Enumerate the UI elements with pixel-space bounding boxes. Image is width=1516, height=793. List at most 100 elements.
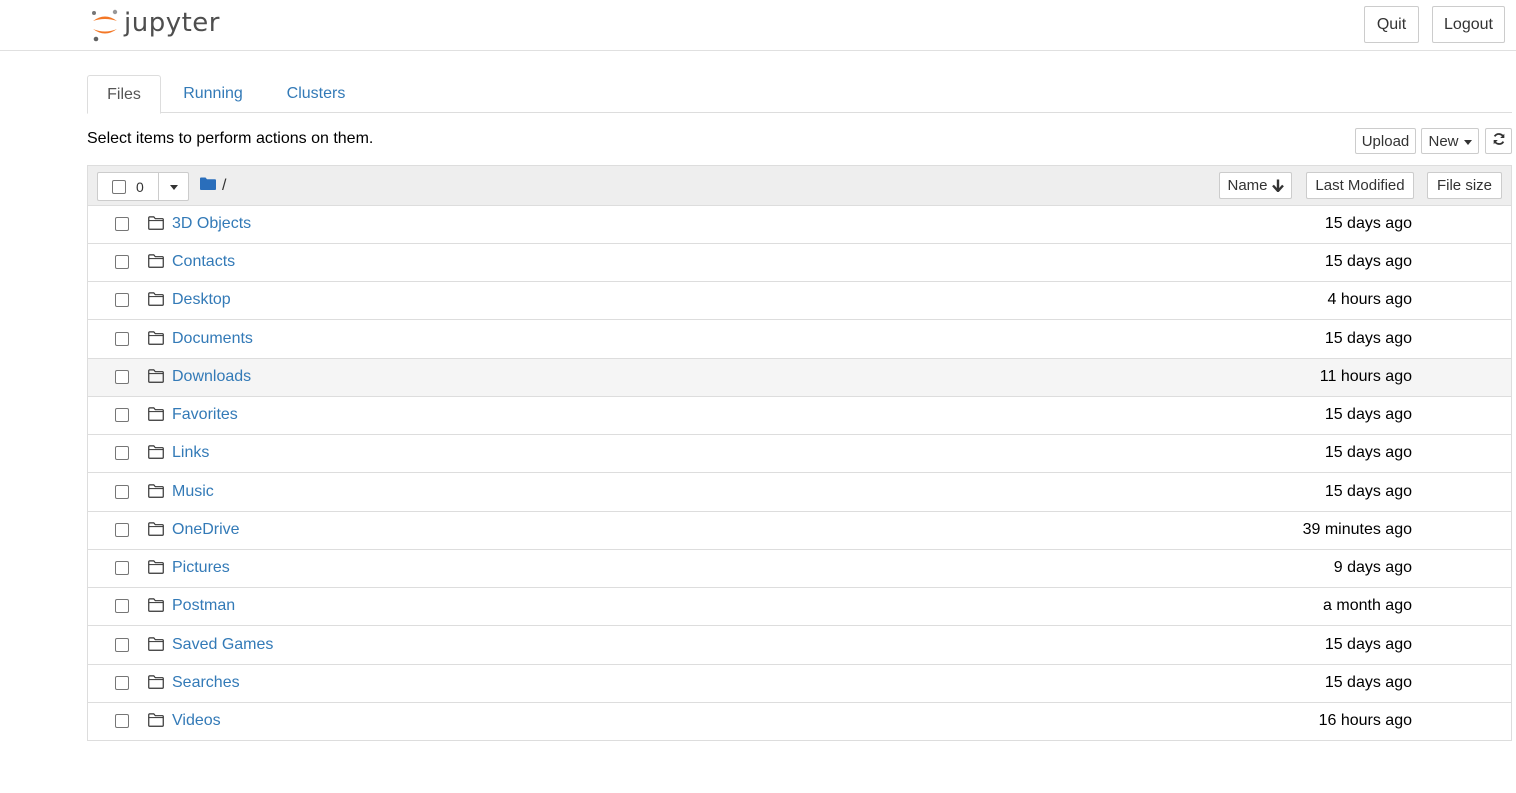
row-checkbox[interactable] — [115, 561, 129, 575]
new-dropdown-button[interactable]: New — [1421, 128, 1479, 154]
new-button-label: New — [1428, 132, 1459, 150]
last-modified: 15 days ago — [1324, 636, 1412, 653]
select-all-toggle[interactable]: 0 — [98, 173, 159, 200]
select-menu-button[interactable] — [159, 173, 188, 200]
file-name-link[interactable]: Desktop — [172, 291, 231, 309]
folder-icon — [148, 445, 164, 464]
last-modified: 15 days ago — [1324, 444, 1412, 461]
row-checkbox[interactable] — [115, 408, 129, 422]
select-all-checkbox[interactable] — [112, 179, 126, 194]
file-row[interactable]: Contacts 15 days ago — [88, 244, 1511, 282]
sort-by-name-button[interactable]: Name — [1219, 172, 1292, 199]
selected-count: 0 — [136, 178, 144, 195]
selection-hint: Select items to perform actions on them. — [87, 130, 374, 147]
upload-button[interactable]: Upload — [1355, 128, 1416, 154]
refresh-button[interactable] — [1485, 128, 1512, 154]
file-row[interactable]: Documents 15 days ago — [88, 321, 1511, 359]
row-checkbox[interactable] — [115, 293, 129, 307]
jupyter-logo-icon — [90, 8, 120, 42]
file-name-link[interactable]: Downloads — [172, 368, 251, 386]
row-checkbox[interactable] — [115, 485, 129, 499]
select-all-group: 0 — [97, 172, 189, 201]
file-name-link[interactable]: Videos — [172, 712, 221, 730]
logout-button[interactable]: Logout — [1432, 6, 1505, 43]
file-name-link[interactable]: 3D Objects — [172, 215, 251, 233]
file-name-link[interactable]: Pictures — [172, 559, 230, 577]
file-name-link[interactable]: Saved Games — [172, 636, 273, 654]
caret-down-icon — [169, 185, 178, 190]
row-checkbox[interactable] — [115, 370, 129, 384]
breadcrumb-root[interactable]: / — [222, 177, 226, 195]
file-name-link[interactable]: Music — [172, 483, 214, 501]
last-modified: 16 hours ago — [1318, 712, 1412, 729]
row-checkbox[interactable] — [115, 676, 129, 690]
folder-icon — [148, 292, 164, 311]
last-modified: 15 days ago — [1324, 253, 1412, 270]
folder-icon — [148, 560, 164, 579]
quit-button[interactable]: Quit — [1364, 6, 1419, 43]
tab-files[interactable]: Files — [87, 75, 161, 114]
folder-icon[interactable] — [200, 177, 216, 195]
jupyter-logo-text: jupyter — [124, 8, 220, 38]
last-modified: 15 days ago — [1324, 674, 1412, 691]
folder-icon — [148, 598, 164, 617]
file-name-link[interactable]: Favorites — [172, 406, 238, 424]
last-modified: 15 days ago — [1324, 483, 1412, 500]
header: jupyter Quit Logout — [0, 0, 1516, 51]
arrow-down-icon — [1271, 179, 1284, 192]
sort-by-size-button[interactable]: File size — [1427, 172, 1502, 199]
tab-running[interactable]: Running — [169, 75, 257, 113]
breadcrumb: / — [200, 177, 226, 195]
file-row[interactable]: OneDrive 39 minutes ago — [88, 512, 1511, 550]
row-checkbox[interactable] — [115, 255, 129, 269]
refresh-icon — [1492, 132, 1506, 150]
folder-icon — [148, 254, 164, 273]
file-name-link[interactable]: Postman — [172, 597, 235, 615]
file-row[interactable]: Links 15 days ago — [88, 435, 1511, 473]
caret-down-icon — [1463, 139, 1472, 145]
folder-icon — [148, 713, 164, 732]
file-row[interactable]: Favorites 15 days ago — [88, 397, 1511, 435]
row-checkbox[interactable] — [115, 332, 129, 346]
file-row[interactable]: Downloads 11 hours ago — [88, 359, 1511, 397]
last-modified: 11 hours ago — [1319, 368, 1412, 385]
row-checkbox[interactable] — [115, 446, 129, 460]
sort-by-modified-button[interactable]: Last Modified — [1306, 172, 1414, 199]
folder-icon — [148, 331, 164, 350]
last-modified: 15 days ago — [1324, 330, 1412, 347]
row-checkbox[interactable] — [115, 217, 129, 231]
last-modified: 9 days ago — [1333, 559, 1412, 576]
folder-icon — [148, 675, 164, 694]
last-modified: a month ago — [1323, 597, 1412, 614]
file-name-link[interactable]: Documents — [172, 330, 253, 348]
file-name-link[interactable]: Links — [172, 444, 209, 462]
folder-icon — [148, 407, 164, 426]
file-row[interactable]: Pictures 9 days ago — [88, 550, 1511, 588]
file-row[interactable]: Searches 15 days ago — [88, 665, 1511, 703]
last-modified: 15 days ago — [1324, 215, 1412, 232]
file-name-link[interactable]: Searches — [172, 674, 240, 692]
file-row[interactable]: Saved Games 15 days ago — [88, 627, 1511, 665]
file-name-link[interactable]: Contacts — [172, 253, 235, 271]
row-checkbox[interactable] — [115, 714, 129, 728]
last-modified: 39 minutes ago — [1302, 521, 1412, 538]
folder-icon — [148, 522, 164, 541]
tab-bar: Files Running Clusters — [87, 75, 1512, 114]
row-checkbox[interactable] — [115, 599, 129, 613]
tab-clusters[interactable]: Clusters — [273, 75, 359, 113]
sort-name-label: Name — [1227, 177, 1268, 194]
file-row[interactable]: Music 15 days ago — [88, 474, 1511, 512]
last-modified: 15 days ago — [1324, 406, 1412, 423]
row-checkbox[interactable] — [115, 638, 129, 652]
file-list: 0 / Name Last Modified File size 3D Obje… — [87, 165, 1512, 741]
file-row[interactable]: Postman a month ago — [88, 588, 1511, 626]
file-row[interactable]: 3D Objects 15 days ago — [88, 206, 1511, 244]
file-row[interactable]: Videos 16 hours ago — [88, 703, 1511, 741]
file-row[interactable]: Desktop 4 hours ago — [88, 282, 1511, 320]
folder-icon — [148, 369, 164, 388]
folder-icon — [148, 637, 164, 656]
row-checkbox[interactable] — [115, 523, 129, 537]
file-name-link[interactable]: OneDrive — [172, 521, 240, 539]
jupyter-logo[interactable]: jupyter — [90, 6, 220, 44]
folder-icon — [148, 484, 164, 503]
